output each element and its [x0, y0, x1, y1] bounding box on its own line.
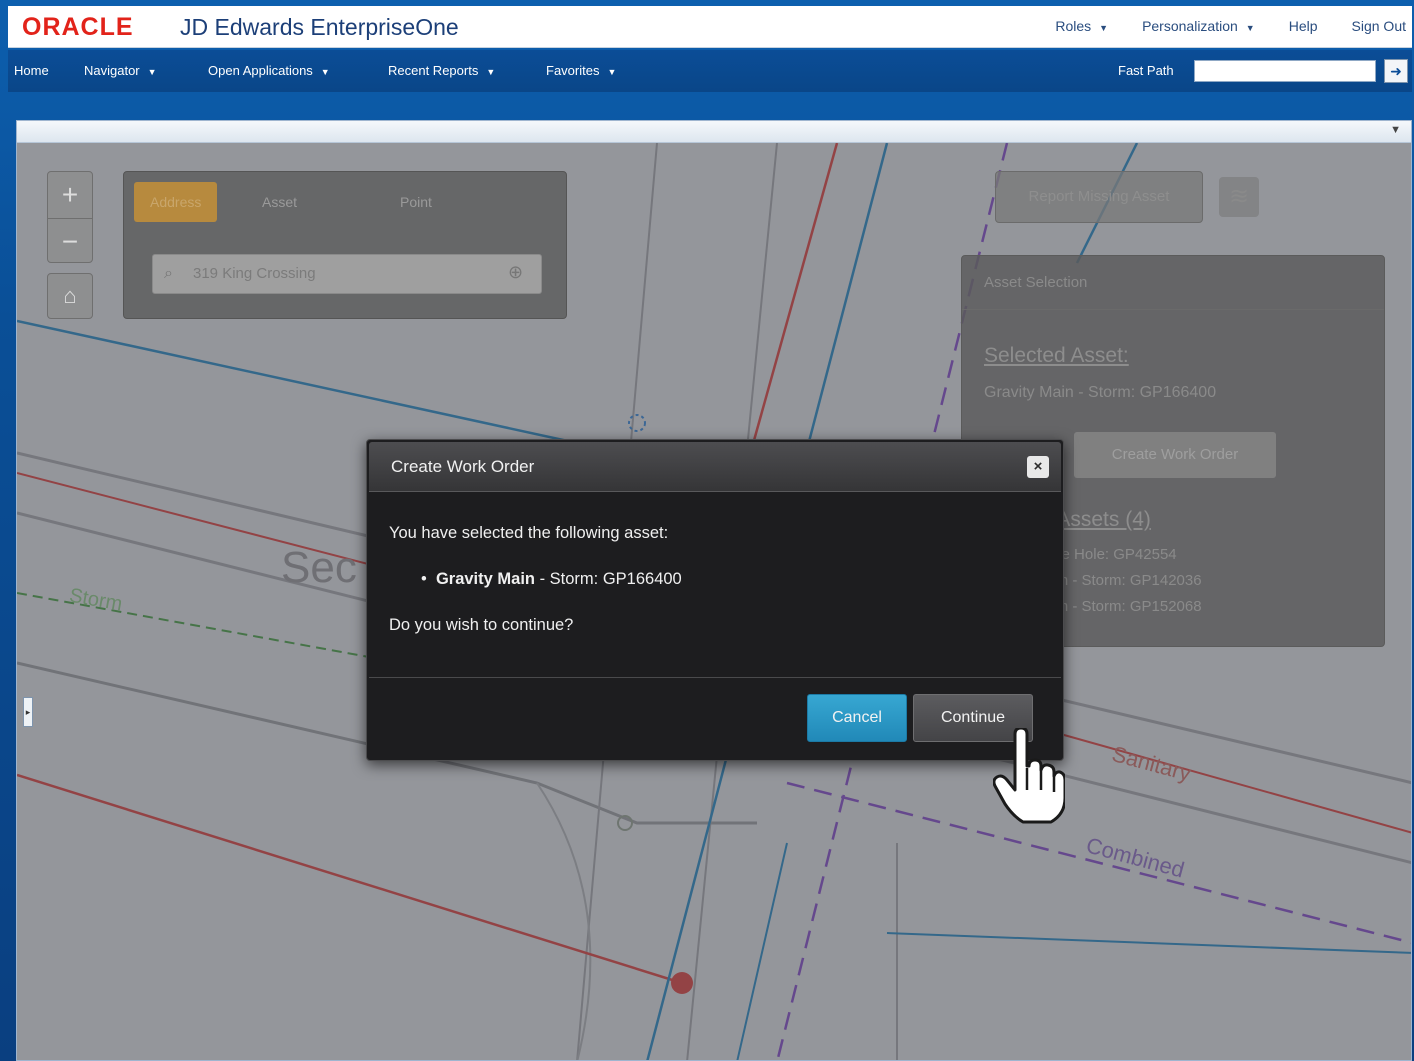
dialog-title: Create Work Order [391, 457, 535, 476]
roles-menu[interactable]: Roles ▼ [1055, 18, 1108, 34]
nav-navigator-label: Navigator [84, 63, 140, 78]
create-work-order-button[interactable]: Create Work Order [1074, 432, 1276, 478]
nav-favorites[interactable]: Favorites ▼ [546, 63, 616, 78]
selected-asset-item: • Gravity Main - Storm: GP166400 [421, 570, 682, 589]
header-links: Roles ▼ Personalization ▼ Help Sign Out [1021, 18, 1406, 34]
layers-icon[interactable]: ≋ [1219, 177, 1259, 217]
create-work-order-dialog: Create Work Order × You have selected th… [366, 439, 1064, 761]
personalization-label: Personalization [1142, 18, 1238, 34]
top-header: ORACLE JD Edwards EnterpriseOne Roles ▼ P… [8, 6, 1412, 48]
tab-asset[interactable]: Asset [246, 182, 313, 222]
dialog-intro: You have selected the following asset: [389, 524, 669, 542]
personalization-menu[interactable]: Personalization ▼ [1142, 18, 1255, 34]
close-icon[interactable]: × [1027, 456, 1049, 478]
street-label: Sec [281, 543, 357, 592]
zoom-in-button[interactable]: + [48, 172, 92, 218]
hand-pointer-icon [993, 728, 1065, 824]
search-panel: Address Asset Point 319 King Crossing ⌕ … [123, 171, 567, 319]
go-arrow-icon[interactable]: ➜ [1384, 59, 1408, 83]
nav-recent-reports[interactable]: Recent Reports ▼ [388, 63, 495, 78]
dialog-header: Create Work Order × [369, 442, 1061, 492]
search-icon: ⌕ [164, 265, 173, 282]
chevron-down-icon: ▼ [607, 67, 617, 77]
asset-detail: - Storm: GP166400 [535, 570, 682, 588]
nav-home[interactable]: Home [14, 63, 49, 78]
dialog-question: Do you wish to continue? [389, 616, 574, 634]
tab-point[interactable]: Point [384, 182, 448, 222]
chevron-down-icon: ▼ [147, 67, 157, 77]
frame-header: ▼ [17, 121, 1411, 143]
asset-panel-title: Asset Selection [962, 256, 1384, 310]
target-icon[interactable]: ⊕ [508, 262, 523, 283]
frame-menu-icon[interactable]: ▼ [1390, 124, 1401, 136]
asset-name: Gravity Main [435, 570, 535, 588]
home-icon[interactable]: ⌂ [47, 273, 93, 319]
zoom-control: + − [47, 171, 93, 263]
chevron-down-icon: ▼ [1245, 23, 1255, 33]
nav-recent-reports-label: Recent Reports [388, 63, 479, 78]
zoom-out-button[interactable]: − [48, 218, 92, 264]
product-title: JD Edwards EnterpriseOne [180, 14, 459, 40]
selected-asset-value: Gravity Main - Storm: GP166400 [984, 384, 1217, 401]
side-expand-tab[interactable]: ▸ [23, 697, 33, 727]
nav-bar: Home Navigator ▼ Open Applications ▼ Recen… [8, 50, 1412, 92]
sign-out-link[interactable]: Sign Out [1352, 18, 1406, 34]
chevron-down-icon: ▼ [1099, 23, 1109, 33]
bullet-icon: • [421, 570, 427, 588]
chevron-down-icon: ▼ [320, 67, 330, 77]
roles-label: Roles [1055, 18, 1092, 34]
fast-path-input[interactable] [1194, 60, 1376, 82]
nav-navigator[interactable]: Navigator ▼ [84, 63, 157, 78]
tab-address[interactable]: Address [134, 182, 218, 222]
dialog-divider [369, 677, 1061, 678]
nav-open-applications[interactable]: Open Applications ▼ [208, 63, 330, 78]
help-link[interactable]: Help [1289, 18, 1318, 34]
address-search-input[interactable]: 319 King Crossing [152, 254, 542, 294]
chevron-down-icon: ▼ [486, 67, 496, 77]
oracle-logo: ORACLE [22, 13, 134, 41]
nav-open-applications-label: Open Applications [208, 63, 313, 78]
selected-asset-heading: Selected Asset: [984, 344, 1129, 367]
cancel-button[interactable]: Cancel [807, 694, 907, 742]
report-missing-asset-button[interactable]: Report Missing Asset [995, 171, 1203, 223]
fast-path-label: Fast Path [1118, 63, 1174, 78]
nav-favorites-label: Favorites [546, 63, 600, 78]
